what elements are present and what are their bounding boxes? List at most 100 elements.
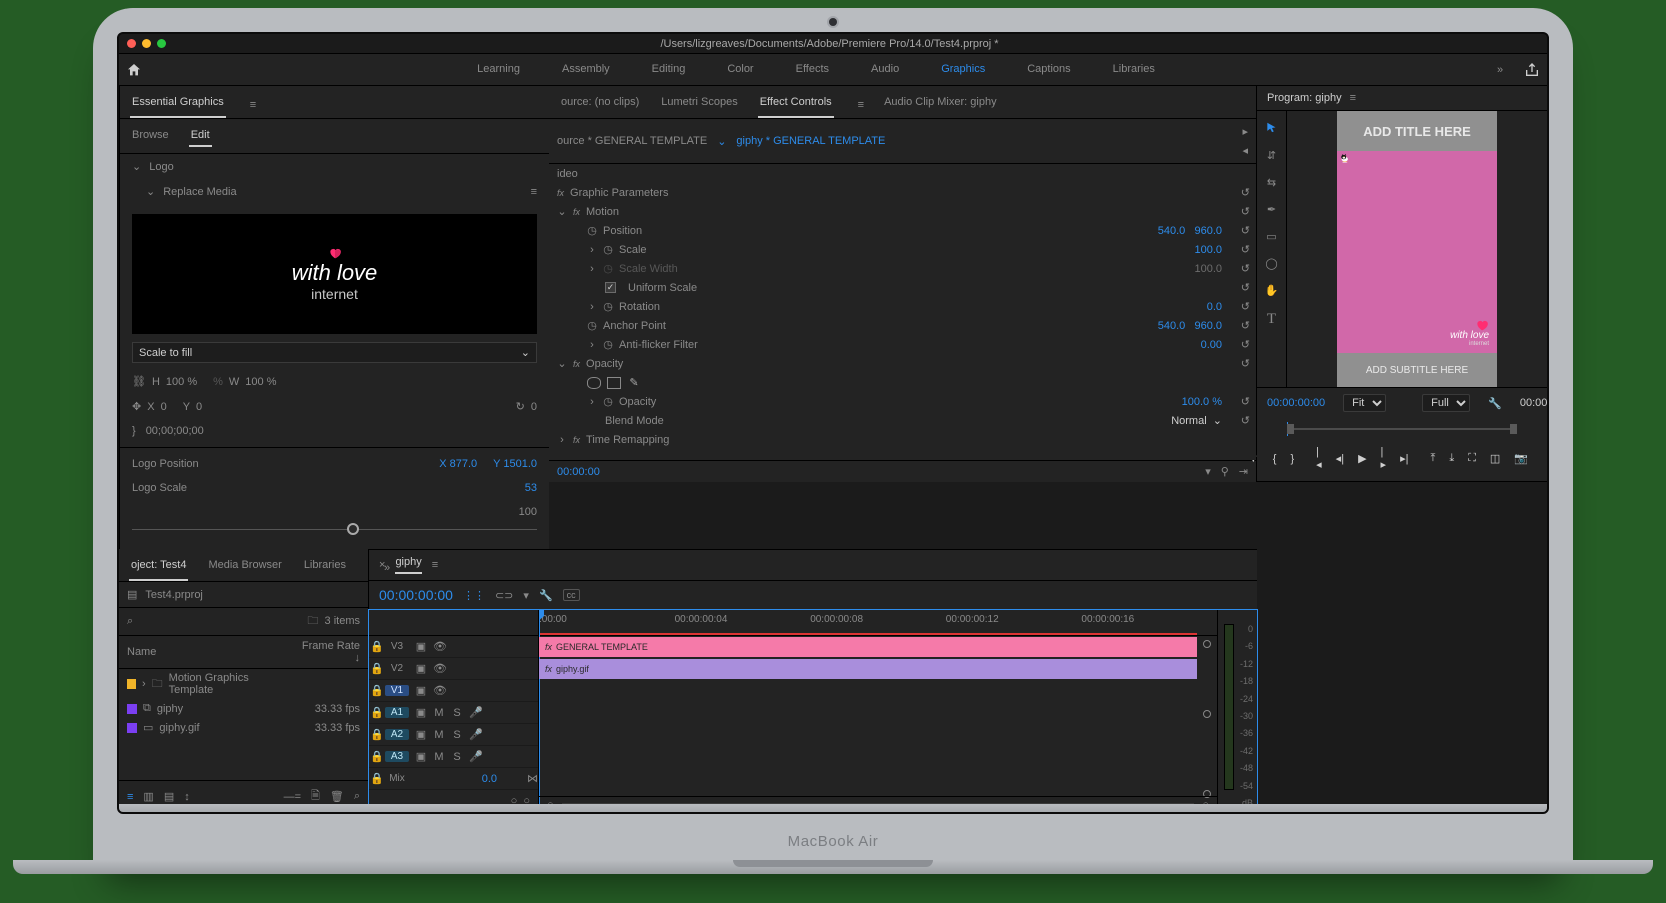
tab-audio-mixer[interactable]: Audio Clip Mixer: giphy — [882, 92, 999, 118]
scroll-handle[interactable] — [1203, 640, 1211, 648]
workspace-captions[interactable]: Captions — [1023, 57, 1074, 83]
track-a1[interactable]: 🔒A1▣MS🎤 — [369, 702, 538, 724]
rectangle-tool-icon[interactable]: ▭ — [1266, 230, 1276, 243]
project-row[interactable]: ›🗀Motion Graphics Template — [119, 669, 368, 700]
ec-graphic-params[interactable]: Graphic Parameters — [570, 187, 668, 199]
stopwatch-icon[interactable]: ◷ — [603, 397, 613, 407]
anchor-icon[interactable]: } — [132, 425, 136, 437]
panel-menu-icon[interactable]: ≡ — [531, 186, 537, 198]
program-canvas[interactable]: ADD TITLE HERE — [1337, 111, 1497, 387]
reset-icon[interactable]: ↺ — [1241, 414, 1250, 427]
program-scrubber[interactable] — [1257, 418, 1547, 440]
tab-libraries[interactable]: Libraries — [302, 555, 348, 581]
workspace-learning[interactable]: Learning — [473, 57, 524, 83]
eg-anchor-tc[interactable]: 00;00;00;00 — [146, 425, 204, 437]
search-icon[interactable]: ⌕ — [354, 790, 360, 803]
stopwatch-icon[interactable]: ◷ — [587, 321, 597, 331]
eg-h-value[interactable]: 100 % — [166, 376, 197, 388]
reset-icon[interactable]: ↺ — [1241, 224, 1250, 237]
eg-logo-scale-slider[interactable] — [132, 522, 537, 536]
workspace-color[interactable]: Color — [723, 57, 757, 83]
export-frame-icon[interactable]: ⛶ — [1468, 452, 1476, 465]
stopwatch-icon[interactable]: ◷ — [587, 226, 597, 236]
tab-media-browser[interactable]: Media Browser — [206, 555, 283, 581]
uniform-scale-checkbox[interactable] — [605, 282, 616, 293]
eg-tab-browse[interactable]: Browse — [130, 125, 171, 147]
ec-rotation-value[interactable]: 0.0 — [1207, 301, 1222, 313]
wrench-icon[interactable]: 🔧 — [1488, 397, 1502, 410]
eg-logo-pos-y[interactable]: Y 1501.0 — [493, 458, 537, 470]
ec-anchor-x[interactable]: 540.0 — [1158, 320, 1186, 332]
stopwatch-icon[interactable]: ◷ — [603, 302, 613, 312]
reset-icon[interactable]: ↺ — [1241, 357, 1250, 370]
timeline-tc[interactable]: 00:00:00:00 — [379, 587, 453, 603]
ec-timeline-toggle[interactable]: ▸◂ — [1242, 125, 1248, 157]
timeline-tracks[interactable]: :00:00 00:00:00:04 00:00:00:08 00:00:00:… — [539, 610, 1217, 812]
ec-opacity-group[interactable]: Opacity — [586, 358, 623, 370]
extract-icon[interactable]: ⤓ — [1449, 452, 1454, 465]
workspace-graphics[interactable]: Graphics — [937, 57, 989, 83]
track-a2[interactable]: 🔒A2▣MS🎤 — [369, 724, 538, 746]
panel-menu-icon[interactable]: ≡ — [432, 559, 438, 571]
eg-w-value[interactable]: 100 % — [245, 376, 276, 388]
panel-overflow-icon[interactable]: » — [384, 562, 390, 574]
track-v3[interactable]: 🔒V3▣👁 — [369, 636, 538, 658]
pin-icon[interactable]: ⚲ — [1221, 465, 1229, 478]
workspace-overflow-icon[interactable]: » — [1483, 64, 1517, 76]
ec-motion[interactable]: Motion — [586, 206, 619, 218]
marker-icon[interactable]: ▾ — [523, 589, 529, 602]
step-back-icon[interactable]: ◂| — [1336, 452, 1344, 465]
panel-menu-icon[interactable]: ≡ — [1350, 92, 1356, 104]
vertical-align-icon[interactable]: ⇵ — [1267, 149, 1276, 162]
workspace-editing[interactable]: Editing — [648, 57, 690, 83]
icon-view-icon[interactable]: ▥ — [143, 790, 153, 803]
home-icon[interactable] — [119, 62, 149, 78]
new-bin-icon[interactable]: 🗀 — [307, 615, 318, 627]
ec-opacity-value[interactable]: 100.0 % — [1182, 396, 1222, 408]
tab-project[interactable]: oject: Test4 — [129, 555, 188, 581]
selection-tool-icon[interactable] — [1265, 121, 1279, 135]
sort-icon[interactable]: ↕ — [184, 791, 190, 803]
play-icon[interactable]: ▶ — [1358, 452, 1366, 465]
tab-effect-controls[interactable]: Effect Controls — [758, 92, 834, 118]
opacity-mask-tools[interactable]: ✎ — [549, 377, 641, 389]
workspace-libraries[interactable]: Libraries — [1109, 57, 1159, 83]
filter-bin-icon[interactable]: ⌕ — [127, 615, 133, 628]
eg-r-value[interactable]: 0 — [531, 401, 537, 413]
scroll-handle[interactable] — [1203, 710, 1211, 718]
trash-icon[interactable]: 🗑 — [330, 790, 344, 803]
maximize-icon[interactable] — [157, 39, 166, 48]
caption-track-icon[interactable]: cc — [563, 589, 580, 601]
project-row[interactable]: ▭giphy.gif33.33 fps — [119, 718, 368, 737]
reset-icon[interactable]: ↺ — [1241, 319, 1250, 332]
ec-flicker-value[interactable]: 0.00 — [1201, 339, 1222, 351]
eg-media-thumb[interactable]: with love internet — [132, 214, 537, 334]
lift-icon[interactable]: ⤒ — [1430, 452, 1435, 465]
ec-time-remap[interactable]: Time Remapping — [586, 434, 669, 446]
reset-icon[interactable]: ↺ — [1241, 205, 1250, 218]
quality-select[interactable]: Full — [1422, 394, 1470, 412]
eg-logo-pos-x[interactable]: X 877.0 — [439, 458, 477, 470]
track-v2[interactable]: 🔒V2▣👁 — [369, 658, 538, 680]
ec-scale-value[interactable]: 100.0 — [1194, 244, 1222, 256]
ellipse-tool-icon[interactable]: ◯ — [1265, 257, 1277, 270]
workspace-audio[interactable]: Audio — [867, 57, 903, 83]
ec-position-y[interactable]: 960.0 — [1194, 225, 1222, 237]
col-name[interactable]: Name — [119, 636, 291, 669]
share-icon[interactable] — [1517, 62, 1547, 78]
ec-playhead-tc[interactable]: 00:00:00 — [557, 466, 600, 478]
pen-tool-icon[interactable]: ✒ — [1267, 203, 1276, 216]
reset-icon[interactable]: ↺ — [1241, 338, 1250, 351]
zoom-select[interactable]: Fit — [1343, 394, 1386, 412]
go-in-icon[interactable]: |◂ — [1316, 446, 1322, 471]
workspace-effects[interactable]: Effects — [792, 57, 833, 83]
ec-breadcrumb[interactable]: giphy * GENERAL TEMPLATE — [736, 135, 885, 147]
clip-gif[interactable]: fxgiphy.gif — [539, 659, 1197, 679]
eg-scale-mode-select[interactable]: Scale to fill⌄ — [132, 342, 537, 363]
eg-tab-edit[interactable]: Edit — [189, 125, 212, 147]
panel-menu-icon[interactable]: ≡ — [858, 99, 864, 111]
filter-icon[interactable]: ▾ — [1205, 465, 1211, 478]
eg-x-value[interactable]: 0 — [161, 401, 167, 413]
type-tool-icon[interactable]: T — [1267, 311, 1276, 328]
reset-icon[interactable]: ↺ — [1241, 186, 1250, 199]
